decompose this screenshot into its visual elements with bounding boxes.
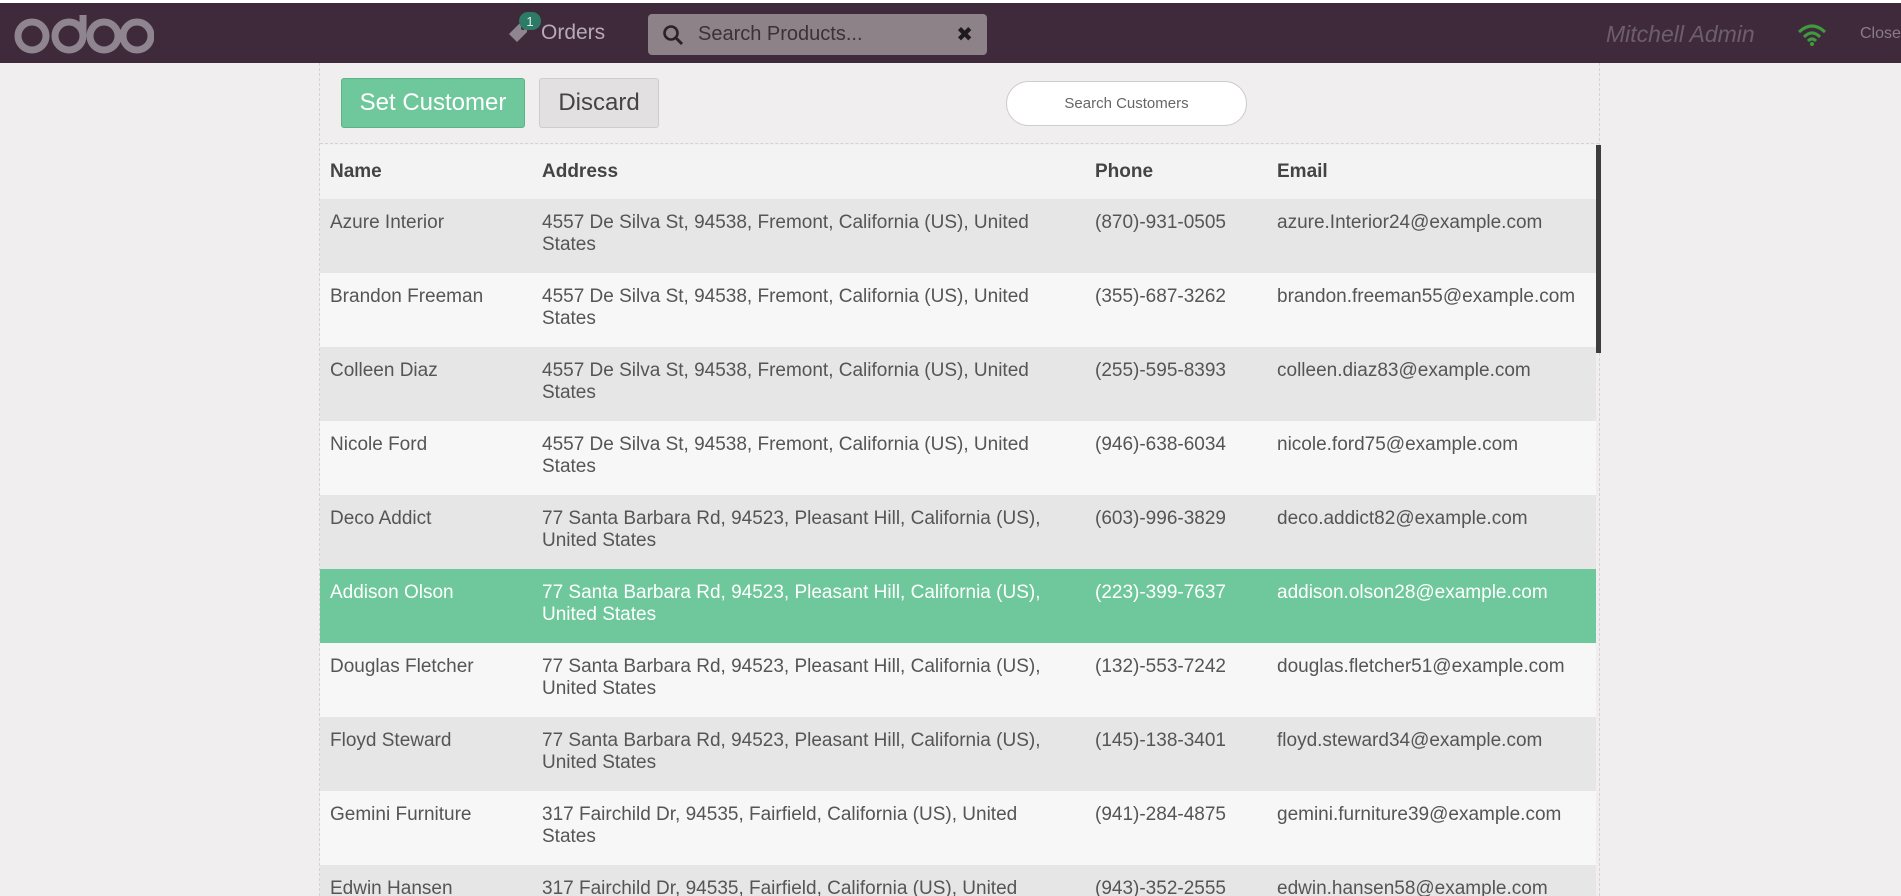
header-phone: Phone [1085, 145, 1267, 199]
customer-phone: (870)-931-0505 [1085, 199, 1267, 273]
customer-email: gemini.furniture39@example.com [1267, 791, 1596, 865]
customer-address: 4557 De Silva St, 94538, Fremont, Califo… [532, 273, 1085, 347]
customer-phone: (223)-399-7637 [1085, 569, 1267, 643]
customer-address: 4557 De Silva St, 94538, Fremont, Califo… [532, 199, 1085, 273]
customer-address: 77 Santa Barbara Rd, 94523, Pleasant Hil… [532, 717, 1085, 791]
customer-name: Addison Olson [320, 569, 532, 643]
customer-address: 317 Fairchild Dr, 94535, Fairfield, Cali… [532, 791, 1085, 865]
table-row[interactable]: Edwin Hansen 317 Fairchild Dr, 94535, Fa… [320, 865, 1596, 896]
customer-toolbar: Set Customer Discard [320, 63, 1599, 144]
clear-search-icon[interactable]: ✖ [956, 22, 973, 47]
customer-name: Gemini Furniture [320, 791, 532, 865]
table-row[interactable]: Deco Addict 77 Santa Barbara Rd, 94523, … [320, 495, 1596, 569]
customer-email: douglas.fletcher51@example.com [1267, 643, 1596, 717]
header-name: Name [320, 145, 532, 199]
header-address: Address [532, 145, 1085, 199]
customer-address: 4557 De Silva St, 94538, Fremont, Califo… [532, 347, 1085, 421]
customer-phone: (145)-138-3401 [1085, 717, 1267, 791]
orders-count-badge: 1 [519, 12, 541, 30]
ticket-icon: 1 [505, 12, 541, 46]
customer-name: Floyd Steward [320, 717, 532, 791]
wifi-icon [1797, 24, 1827, 46]
orders-button[interactable]: 1 Orders [505, 12, 606, 49]
customer-email: brandon.freeman55@example.com [1267, 273, 1596, 347]
customer-email: floyd.steward34@example.com [1267, 717, 1596, 791]
table-row[interactable]: Floyd Steward 77 Santa Barbara Rd, 94523… [320, 717, 1596, 791]
odoo-logo [14, 15, 154, 54]
table-row[interactable]: Nicole Ford 4557 De Silva St, 94538, Fre… [320, 421, 1596, 495]
orders-label: Orders [541, 21, 606, 44]
customer-phone: (355)-687-3262 [1085, 273, 1267, 347]
customer-phone: (603)-996-3829 [1085, 495, 1267, 569]
customer-phone: (941)-284-4875 [1085, 791, 1267, 865]
customer-name: Deco Addict [320, 495, 532, 569]
customer-table: Name Address Phone Email Azure Interior … [320, 145, 1596, 896]
discard-button[interactable]: Discard [539, 78, 659, 128]
customer-email: deco.addict82@example.com [1267, 495, 1596, 569]
customer-name: Edwin Hansen [320, 865, 532, 896]
customer-phone: (946)-638-6034 [1085, 421, 1267, 495]
set-customer-button[interactable]: Set Customer [341, 78, 525, 128]
customer-name: Azure Interior [320, 199, 532, 273]
top-bar: 1 Orders ✖ Mitchell Admin Close [0, 0, 1901, 63]
customer-email: colleen.diaz83@example.com [1267, 347, 1596, 421]
table-row[interactable]: Douglas Fletcher 77 Santa Barbara Rd, 94… [320, 643, 1596, 717]
customer-phone: (943)-352-2555 [1085, 865, 1267, 896]
customer-email: addison.olson28@example.com [1267, 569, 1596, 643]
customer-address: 4557 De Silva St, 94538, Fremont, Califo… [532, 421, 1085, 495]
customer-phone: (255)-595-8393 [1085, 347, 1267, 421]
customer-name: Brandon Freeman [320, 273, 532, 347]
customer-address: 317 Fairchild Dr, 94535, Fairfield, Cali… [532, 865, 1085, 896]
table-row[interactable]: Azure Interior 4557 De Silva St, 94538, … [320, 199, 1596, 273]
customer-phone: (132)-553-7242 [1085, 643, 1267, 717]
customer-address: 77 Santa Barbara Rd, 94523, Pleasant Hil… [532, 643, 1085, 717]
customer-table-container[interactable]: Name Address Phone Email Azure Interior … [320, 145, 1599, 896]
customer-address: 77 Santa Barbara Rd, 94523, Pleasant Hil… [532, 569, 1085, 643]
customer-address: 77 Santa Barbara Rd, 94523, Pleasant Hil… [532, 495, 1085, 569]
customer-email: azure.Interior24@example.com [1267, 199, 1596, 273]
table-row[interactable]: Gemini Furniture 317 Fairchild Dr, 94535… [320, 791, 1596, 865]
user-name: Mitchell Admin [1606, 21, 1755, 47]
customer-name: Nicole Ford [320, 421, 532, 495]
table-row-selected[interactable]: Addison Olson 77 Santa Barbara Rd, 94523… [320, 569, 1596, 643]
customer-name: Colleen Diaz [320, 347, 532, 421]
search-customers-input[interactable] [1006, 81, 1247, 126]
search-products-box: ✖ [648, 14, 987, 55]
table-scrollbar[interactable] [1596, 145, 1601, 353]
table-header-row: Name Address Phone Email [320, 145, 1596, 199]
customer-list-panel: Set Customer Discard Name Address Phone … [319, 63, 1601, 896]
customer-email: nicole.ford75@example.com [1267, 421, 1596, 495]
table-row[interactable]: Brandon Freeman 4557 De Silva St, 94538,… [320, 273, 1596, 347]
customer-email: edwin.hansen58@example.com [1267, 865, 1596, 896]
customer-name: Douglas Fletcher [320, 643, 532, 717]
search-icon [663, 24, 684, 45]
close-button[interactable]: Close [1860, 25, 1901, 43]
search-products-input[interactable] [698, 23, 948, 46]
header-email: Email [1267, 145, 1596, 199]
table-row[interactable]: Colleen Diaz 4557 De Silva St, 94538, Fr… [320, 347, 1596, 421]
